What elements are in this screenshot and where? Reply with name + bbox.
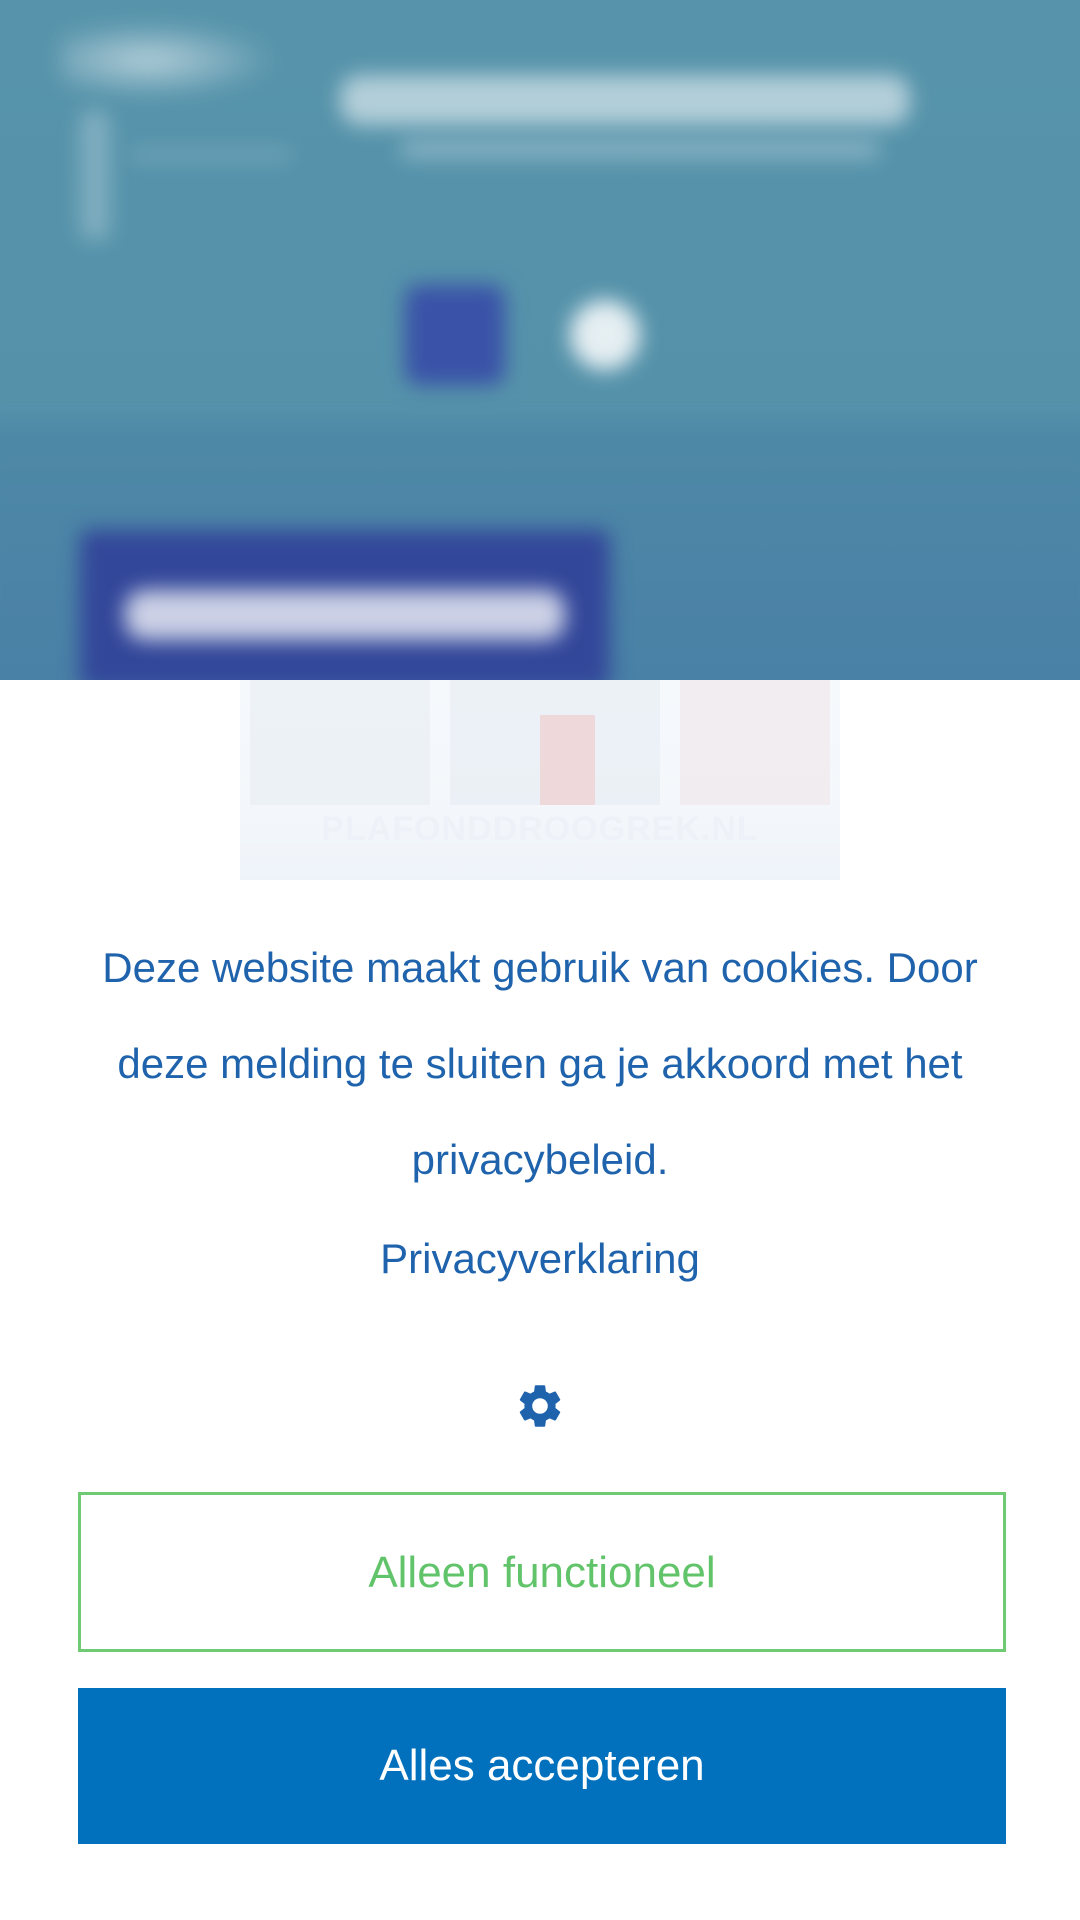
privacy-statement-link[interactable]: Privacyverklaring (0, 1235, 1080, 1283)
logo-decoration (80, 110, 110, 240)
banner-title: PLAFONDDROOGREK.NL (321, 810, 759, 848)
gear-icon[interactable] (514, 1380, 566, 1432)
site-logo (60, 20, 280, 100)
gear-icon-svg (519, 1385, 561, 1427)
logo-decoration-line (130, 150, 290, 160)
page: PLAFONDDROOGREK.NL Wandrekken zijn ook m… (0, 0, 1080, 1920)
cookie-consent-panel: PLAFONDDROOGREK.NL Wandrekken zijn ook m… (0, 680, 1080, 1920)
cookie-banner-image: PLAFONDDROOGREK.NL Wandrekken zijn ook m… (240, 680, 840, 880)
site-title-blurred (340, 75, 910, 125)
banner-subtitle: Wandrekken zijn ook mogelijk (447, 855, 633, 871)
accept-all-button[interactable]: Alles accepteren (78, 1688, 1006, 1844)
site-subtitle-blurred (400, 140, 880, 158)
banner-photo-garment (540, 715, 595, 805)
banner-photo-left (250, 680, 430, 805)
hero-button-text-blurred (125, 590, 565, 640)
blurred-site-background (0, 0, 1080, 680)
cart-icon-blurred (570, 300, 640, 370)
banner-photo-right (680, 680, 830, 805)
menu-icon-blurred (405, 285, 505, 385)
functional-only-button[interactable]: Alleen functioneel (78, 1492, 1006, 1652)
cookie-message: Deze website maakt gebruik van cookies. … (102, 944, 978, 1183)
